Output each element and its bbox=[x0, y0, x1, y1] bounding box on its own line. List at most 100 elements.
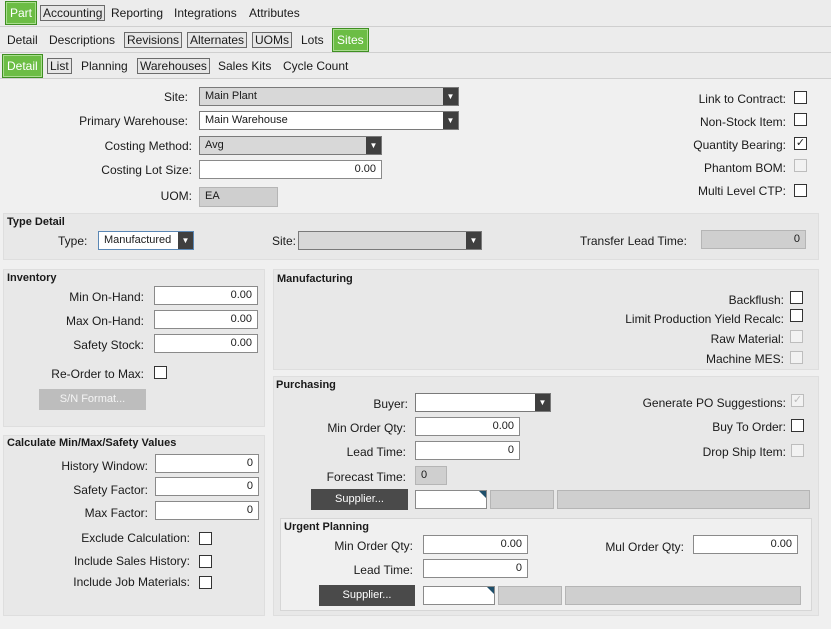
safety-factor-label: Safety Factor: bbox=[73, 483, 148, 497]
tab-sites[interactable]: Sites bbox=[332, 28, 369, 52]
max-factor-input[interactable]: 0 bbox=[155, 501, 259, 520]
tab-warehouses[interactable]: Warehouses bbox=[137, 53, 210, 78]
buyer-label: Buyer: bbox=[373, 397, 408, 411]
generate-po-checkbox[interactable]: ✓ bbox=[791, 394, 804, 407]
urgent-supplier-button[interactable]: Supplier... bbox=[319, 585, 415, 606]
costing-method-label: Costing Method: bbox=[104, 139, 192, 153]
min-order-qty-input[interactable]: 0.00 bbox=[415, 417, 520, 436]
tab-accounting-label: Accounting bbox=[40, 5, 106, 21]
chevron-down-icon[interactable]: ▼ bbox=[466, 232, 481, 249]
tab-accounting[interactable]: Accounting bbox=[40, 0, 106, 26]
tab-reporting[interactable]: Reporting bbox=[111, 0, 163, 26]
tab-uoms[interactable]: UOMs bbox=[252, 27, 292, 52]
type-select[interactable]: Manufactured ▼ bbox=[98, 231, 194, 250]
tab-row-part: Detail Descriptions Revisions Alternates… bbox=[0, 27, 831, 53]
multi-level-ctp-checkbox[interactable] bbox=[794, 184, 807, 197]
urgent-supplier-desc-field bbox=[565, 586, 801, 605]
raw-material-label: Raw Material: bbox=[710, 332, 784, 346]
reorder-to-max-checkbox[interactable] bbox=[154, 366, 167, 379]
uom-label: UOM: bbox=[160, 189, 192, 203]
tab-planning[interactable]: Planning bbox=[81, 53, 128, 78]
chevron-down-icon[interactable]: ▼ bbox=[535, 394, 550, 411]
supplier-id-input[interactable] bbox=[415, 490, 487, 509]
min-order-qty-label: Min Order Qty: bbox=[327, 421, 406, 435]
forecast-time-field: 0 bbox=[415, 466, 447, 485]
costing-lot-size-input[interactable]: 0.00 bbox=[199, 160, 382, 179]
site-select[interactable]: Main Plant ▼ bbox=[199, 87, 459, 106]
limit-yield-label: Limit Production Yield Recalc: bbox=[625, 312, 784, 326]
tab-descriptions[interactable]: Descriptions bbox=[49, 27, 115, 52]
urgent-planning-title: Urgent Planning bbox=[284, 521, 369, 533]
phantom-bom-checkbox[interactable] bbox=[794, 159, 807, 172]
costing-method-select[interactable]: Avg ▼ bbox=[199, 136, 382, 155]
history-window-input[interactable]: 0 bbox=[155, 454, 259, 473]
type-value: Manufactured bbox=[104, 234, 172, 246]
manufacturing-title: Manufacturing bbox=[277, 273, 353, 285]
urgent-supplier-id-input[interactable] bbox=[423, 586, 495, 605]
include-job-materials-checkbox[interactable] bbox=[199, 576, 212, 589]
raw-material-checkbox[interactable] bbox=[790, 330, 803, 343]
include-sales-history-checkbox[interactable] bbox=[199, 555, 212, 568]
tab-integrations[interactable]: Integrations bbox=[174, 0, 237, 26]
costing-method-value: Avg bbox=[205, 139, 224, 151]
multi-level-ctp-label: Multi Level CTP: bbox=[697, 184, 786, 198]
chevron-down-icon[interactable]: ▼ bbox=[443, 112, 458, 129]
tab-row-main: Part Accounting Reporting Integrations A… bbox=[0, 0, 831, 27]
inventory-title: Inventory bbox=[7, 272, 57, 284]
supplier-desc-field bbox=[557, 490, 810, 509]
safety-stock-label: Safety Stock: bbox=[73, 338, 144, 352]
buy-to-order-label: Buy To Order: bbox=[712, 420, 786, 434]
max-on-hand-input[interactable]: 0.00 bbox=[154, 310, 258, 329]
min-on-hand-input[interactable]: 0.00 bbox=[154, 286, 258, 305]
limit-yield-checkbox[interactable] bbox=[790, 309, 803, 322]
tab-sales-kits[interactable]: Sales Kits bbox=[218, 53, 271, 78]
tab-site-list[interactable]: List bbox=[47, 53, 72, 78]
history-window-label: History Window: bbox=[61, 459, 148, 473]
exclude-calculation-checkbox[interactable] bbox=[199, 532, 212, 545]
backflush-label: Backflush: bbox=[728, 293, 784, 307]
tab-attributes[interactable]: Attributes bbox=[249, 0, 300, 26]
transfer-lead-time-field: 0 bbox=[701, 230, 806, 249]
non-stock-item-checkbox[interactable] bbox=[794, 113, 807, 126]
exclude-calculation-label: Exclude Calculation: bbox=[81, 531, 190, 545]
include-sales-history-label: Include Sales History: bbox=[73, 554, 190, 568]
tab-revisions[interactable]: Revisions bbox=[124, 27, 183, 52]
primary-warehouse-value: Main Warehouse bbox=[205, 114, 288, 126]
chevron-down-icon[interactable]: ▼ bbox=[443, 88, 458, 105]
type-site-select[interactable]: ▼ bbox=[298, 231, 482, 250]
chevron-down-icon[interactable]: ▼ bbox=[366, 137, 381, 154]
quantity-bearing-checkbox[interactable]: ✓ bbox=[794, 137, 807, 150]
drop-ship-item-checkbox[interactable] bbox=[791, 444, 804, 457]
tab-cycle-count[interactable]: Cycle Count bbox=[283, 53, 348, 78]
backflush-checkbox[interactable] bbox=[790, 291, 803, 304]
calc-title: Calculate Min/Max/Safety Values bbox=[7, 437, 177, 449]
buy-to-order-checkbox[interactable] bbox=[791, 419, 804, 432]
tab-site-list-label: List bbox=[47, 58, 72, 74]
link-to-contract-checkbox[interactable] bbox=[794, 91, 807, 104]
generate-po-label: Generate PO Suggestions: bbox=[642, 396, 786, 410]
costing-lot-size-label: Costing Lot Size: bbox=[101, 163, 192, 177]
safety-factor-input[interactable]: 0 bbox=[155, 477, 259, 496]
supplier-button[interactable]: Supplier... bbox=[311, 489, 408, 510]
site-label: Site: bbox=[163, 90, 188, 104]
primary-warehouse-select[interactable]: Main Warehouse ▼ bbox=[199, 111, 459, 130]
mul-order-qty-input[interactable]: 0.00 bbox=[693, 535, 798, 554]
sn-format-button[interactable]: S/N Format... bbox=[39, 389, 146, 410]
non-stock-item-label: Non-Stock Item: bbox=[699, 115, 786, 129]
drop-ship-item-label: Drop Ship Item: bbox=[702, 445, 786, 459]
primary-warehouse-label: Primary Warehouse: bbox=[79, 114, 188, 128]
safety-stock-input[interactable]: 0.00 bbox=[154, 334, 258, 353]
tab-lots[interactable]: Lots bbox=[301, 27, 324, 52]
tab-site-detail[interactable]: Detail bbox=[2, 54, 43, 78]
lead-time-input[interactable]: 0 bbox=[415, 441, 520, 460]
buyer-select[interactable]: ▼ bbox=[415, 393, 551, 412]
machine-mes-checkbox[interactable] bbox=[790, 351, 803, 364]
tab-detail[interactable]: Detail bbox=[7, 27, 38, 52]
urgent-lead-time-input[interactable]: 0 bbox=[423, 559, 528, 578]
type-label: Type: bbox=[58, 234, 88, 248]
urgent-min-order-input[interactable]: 0.00 bbox=[423, 535, 528, 554]
tab-part[interactable]: Part bbox=[5, 1, 38, 25]
tab-alternates[interactable]: Alternates bbox=[187, 27, 248, 52]
min-on-hand-label: Min On-Hand: bbox=[69, 290, 144, 304]
chevron-down-icon[interactable]: ▼ bbox=[178, 232, 193, 249]
